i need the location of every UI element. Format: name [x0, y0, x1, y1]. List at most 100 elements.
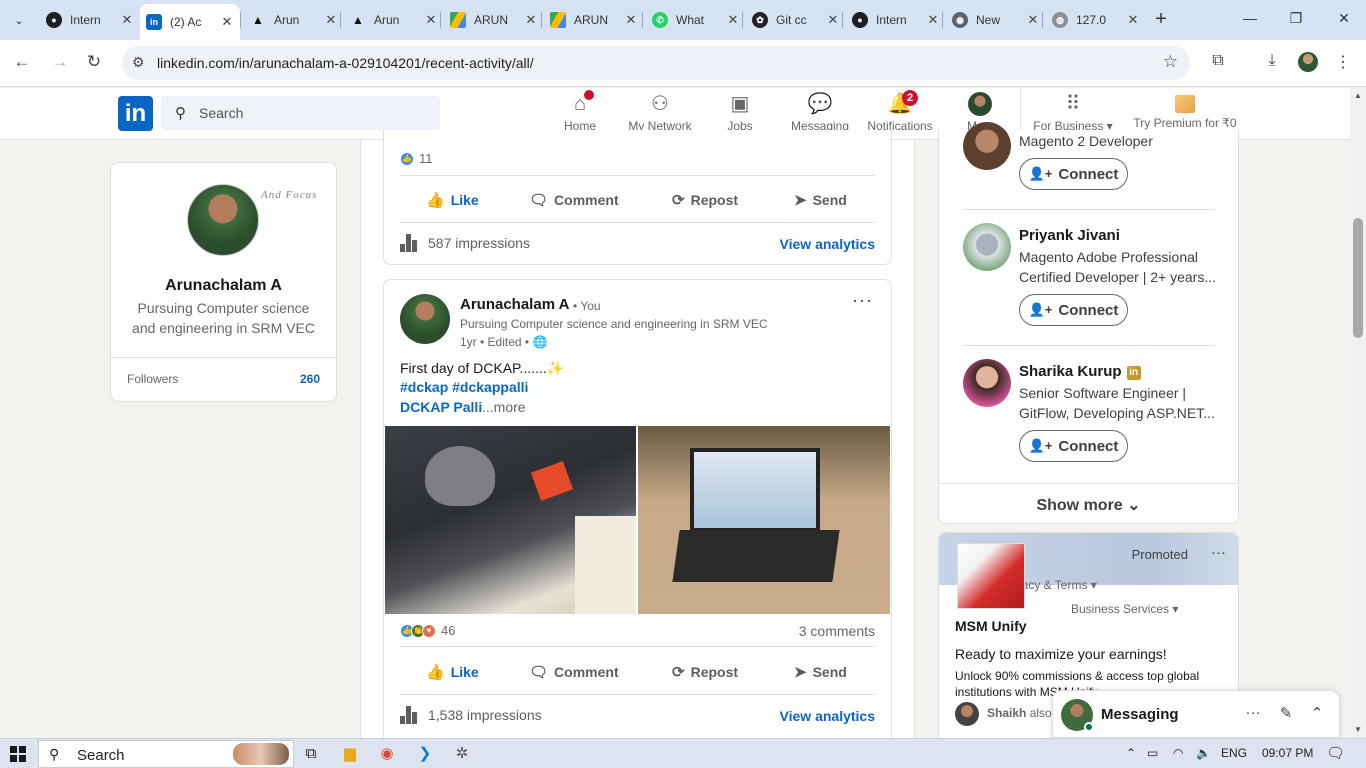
person-avatar[interactable]	[963, 359, 1011, 407]
minimize-button[interactable]: —	[1240, 10, 1260, 30]
close-icon[interactable]: ✕	[220, 14, 234, 30]
close-icon[interactable]: ✕	[926, 12, 940, 28]
browser-menu-icon[interactable]: ⋮	[1332, 52, 1354, 74]
close-icon[interactable]: ✕	[524, 12, 538, 28]
task-view-icon[interactable]: ⧉	[300, 743, 322, 765]
connect-button[interactable]: 👤+ Connect	[1019, 430, 1128, 462]
post-hashtags[interactable]: #dckap #dckappalli	[400, 379, 528, 395]
profile-avatar[interactable]	[187, 184, 259, 256]
view-analytics-link[interactable]: View analytics	[780, 236, 875, 252]
comments-count-link[interactable]: 3 comments	[799, 623, 875, 639]
browser-tab-active[interactable]: in (2) Ac ✕	[140, 4, 240, 40]
send-button[interactable]: ➤ Send	[794, 182, 847, 218]
post-image[interactable]	[638, 426, 890, 614]
battery-icon[interactable]: ▭	[1147, 746, 1158, 760]
post-location-link[interactable]: DCKAP Palli	[400, 399, 482, 415]
browser-tab[interactable]: ◉ New ✕	[946, 4, 1046, 36]
address-bar[interactable]: ⚙ linkedin.com/in/arunachalam-a-02910420…	[122, 46, 1190, 80]
browser-tab[interactable]: ARUN ✕	[544, 4, 644, 36]
close-icon[interactable]: ✕	[424, 12, 438, 28]
reload-button[interactable]: ↻	[83, 52, 105, 74]
author-name[interactable]: Arunachalam A	[460, 296, 569, 313]
like-button[interactable]: 👍 Like	[426, 182, 479, 218]
send-button[interactable]: ➤ Send	[794, 654, 847, 690]
close-icon[interactable]: ✕	[1026, 12, 1040, 28]
file-explorer-icon[interactable]: ▆	[339, 743, 361, 765]
search-box[interactable]: ⚲	[161, 96, 440, 130]
see-more-link[interactable]: ...more	[482, 399, 526, 415]
followers-label[interactable]: Followers	[127, 372, 178, 386]
chevron-up-icon[interactable]: ⌃	[1307, 704, 1327, 722]
scrollbar-thumb[interactable]	[1353, 218, 1363, 338]
person-name[interactable]: Priyank Jivani	[1019, 227, 1120, 244]
app-icon[interactable]: ✲	[451, 743, 473, 765]
taskbar-search[interactable]: ⚲ Search	[38, 740, 294, 768]
page-scrollbar[interactable]: ▲ ▼	[1350, 88, 1366, 738]
url-text[interactable]: linkedin.com/in/arunachalam-a-029104201/…	[157, 55, 534, 71]
connect-button[interactable]: 👤+ Connect	[1019, 158, 1128, 190]
person-avatar[interactable]	[963, 122, 1011, 170]
browser-tab[interactable]: ▲ Arun ✕	[244, 4, 344, 36]
person-name-row[interactable]: Sharika Kurup in	[1019, 363, 1141, 380]
browser-tab[interactable]: ARUN ✕	[444, 4, 544, 36]
new-tab-button[interactable]: +	[1150, 9, 1172, 31]
chevron-up-icon[interactable]: ⌃	[1126, 746, 1136, 760]
profile-name[interactable]: Arunachalam A	[111, 277, 336, 295]
messaging-overlay[interactable]: Messaging ··· ✎ ⌃	[1052, 690, 1340, 738]
like-button[interactable]: 👍 Like	[426, 654, 479, 690]
connect-button[interactable]: 👤+ Connect	[1019, 294, 1128, 326]
person-avatar[interactable]	[963, 223, 1011, 271]
post-image[interactable]	[385, 426, 636, 614]
notification-center-icon[interactable]: 🗨	[1326, 744, 1345, 762]
ghost-business-services[interactable]: Business Services ▾	[1071, 602, 1178, 616]
back-button[interactable]: ←	[11, 52, 33, 74]
close-icon[interactable]: ✕	[826, 12, 840, 28]
wifi-icon[interactable]: ◠	[1173, 746, 1183, 760]
forward-button[interactable]: →	[49, 52, 71, 74]
clock[interactable]: 09:07 PM	[1262, 746, 1313, 760]
more-options-icon[interactable]: ···	[1211, 544, 1226, 561]
compose-icon[interactable]: ✎	[1276, 704, 1296, 722]
close-icon[interactable]: ✕	[324, 12, 338, 28]
linkedin-logo[interactable]: in	[118, 96, 153, 131]
close-window-button[interactable]: ✕	[1334, 10, 1354, 30]
browser-tab[interactable]: ✆ What ✕	[646, 4, 746, 36]
browser-tab[interactable]: ● Intern ✕	[846, 4, 946, 36]
bookmark-star-icon[interactable]: ☆	[1163, 52, 1178, 72]
browser-tab[interactable]: ▲ Arun ✕	[344, 4, 444, 36]
comment-button[interactable]: 🗨 Comment	[529, 654, 619, 690]
windows-start-icon[interactable]	[10, 746, 26, 762]
browser-tab[interactable]: ◍ 127.0 ✕	[1046, 4, 1146, 36]
repost-button[interactable]: ⟳ Repost	[672, 182, 738, 218]
scroll-up-arrow[interactable]: ▲	[1350, 88, 1366, 104]
repost-button[interactable]: ⟳ Repost	[672, 654, 738, 690]
close-icon[interactable]: ✕	[726, 12, 740, 28]
scroll-down-arrow[interactable]: ▼	[1350, 722, 1366, 738]
site-info-icon[interactable]: ⚙	[132, 54, 145, 71]
view-analytics-link[interactable]: View analytics	[780, 708, 875, 724]
vscode-icon[interactable]: ❯	[414, 743, 436, 765]
messaging-title[interactable]: Messaging	[1101, 706, 1179, 723]
more-options-icon[interactable]: ···	[852, 290, 873, 311]
close-icon[interactable]: ✕	[624, 12, 638, 28]
speaker-icon[interactable]: 🔈	[1196, 746, 1211, 760]
impressions[interactable]: 587 impressions	[400, 234, 530, 252]
close-icon[interactable]: ✕	[120, 12, 134, 28]
more-options-icon[interactable]: ···	[1243, 704, 1263, 721]
browser-tab[interactable]: ● Intern ✕	[40, 4, 140, 36]
ad-image[interactable]	[957, 543, 1025, 609]
tab-search-dropdown-icon[interactable]: ⌄	[8, 9, 30, 31]
input-language[interactable]: ENG	[1221, 746, 1247, 760]
download-icon[interactable]: ⤓	[1261, 52, 1283, 74]
close-icon[interactable]: ✕	[1126, 12, 1140, 28]
show-more-button[interactable]: Show more ⌄	[939, 495, 1238, 515]
extensions-icon[interactable]: ⧉	[1207, 52, 1229, 74]
chrome-icon[interactable]: ◉	[376, 743, 398, 765]
browser-tab[interactable]: ✿ Git cc ✕	[746, 4, 846, 36]
reactions-summary[interactable]: 👍 👏 ♥ 46	[400, 623, 455, 638]
search-input[interactable]	[199, 96, 429, 130]
author-avatar[interactable]	[400, 294, 450, 344]
browser-profile-avatar[interactable]	[1298, 52, 1318, 72]
comment-button[interactable]: 🗨 Comment	[529, 182, 619, 218]
impressions[interactable]: 1,538 impressions	[400, 706, 542, 724]
